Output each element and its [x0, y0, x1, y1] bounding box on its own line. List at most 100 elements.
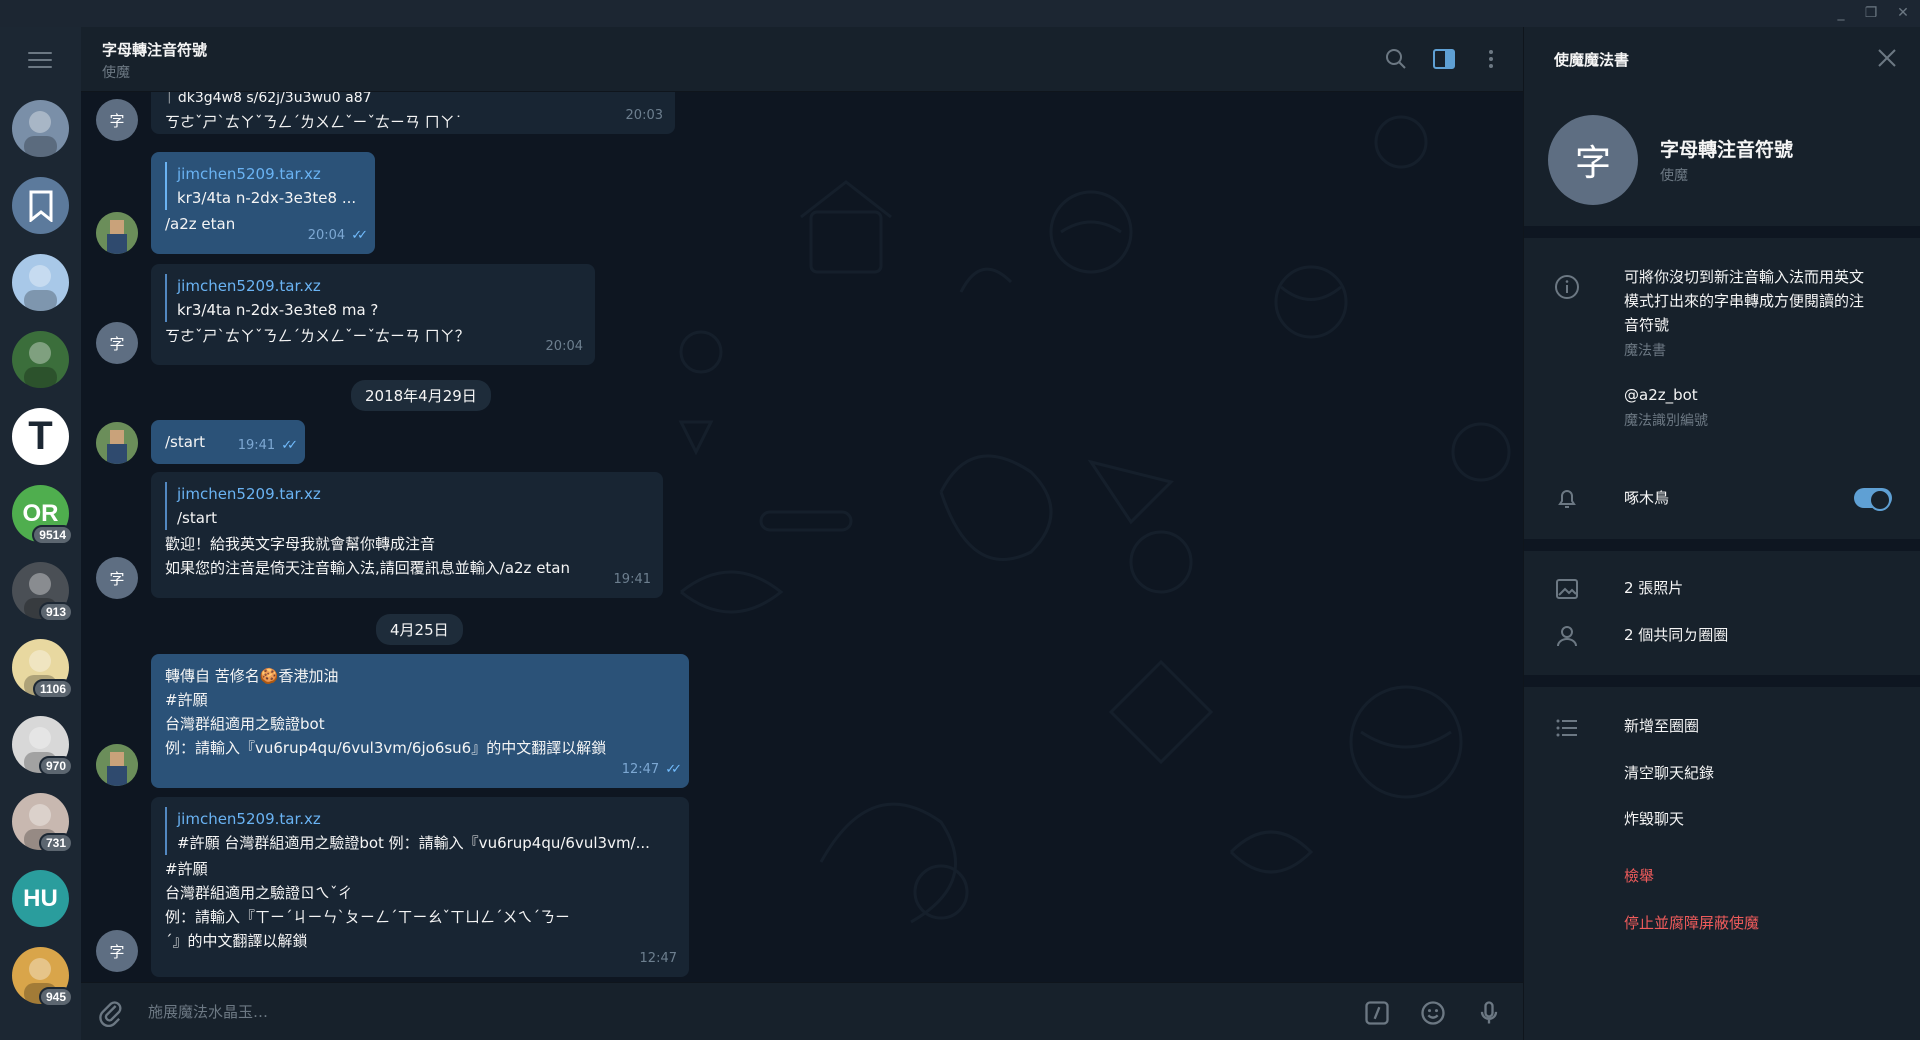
chat-list-item[interactable]: [12, 254, 69, 311]
bot-avatar[interactable]: 字: [96, 322, 138, 364]
report-button[interactable]: 檢舉: [1624, 864, 1654, 888]
delete-chat-button[interactable]: 炸毀聊天: [1624, 807, 1684, 831]
list-icon: [1556, 719, 1577, 737]
unread-count-badge: 913: [38, 602, 73, 622]
reply-quote-text: /start: [177, 509, 217, 527]
message-time: 19:41: [237, 438, 276, 453]
chat-list-item[interactable]: 913: [12, 562, 73, 622]
bot-avatar[interactable]: 字: [96, 930, 138, 972]
user-avatar[interactable]: [96, 212, 138, 254]
message-history[interactable]: 字 ᛁ dk3g4w8 s/62j/3u3wu0 a87 ㄎㄜˇㄕˋㄊㄚˇㄋㄥˊ…: [81, 92, 1523, 982]
chat-list-item[interactable]: 1106: [12, 639, 73, 699]
chat-list-item[interactable]: 945: [12, 947, 73, 1007]
chat-avatar: [12, 254, 69, 311]
reply-quote-text: #許願 台灣群組適用之驗證bot 例：請輸入『vu6rup4qu/6vul3vm…: [177, 834, 650, 852]
add-to-group-button[interactable]: 新增至圈圈: [1624, 714, 1699, 738]
chat-list-rail: T OR 9514 913 1106 970 731 HU 945: [0, 27, 81, 1040]
sidebar-toggle-icon[interactable]: [1432, 47, 1456, 71]
message-text: ㄎㄜˇㄕˋㄊㄚˇㄋㄥˊㄌㄨㄥˇㄧˇㄊㄧㄢ ㄇㄚ？: [165, 327, 470, 345]
message-text: 例：請輸入『vu6rup4qu/6vul3vm/6jo6su6』的中文翻譯以解鎖: [165, 739, 607, 757]
attach-icon[interactable]: [97, 999, 125, 1027]
username[interactable]: @a2z_bot: [1624, 383, 1698, 407]
chat-list-item[interactable]: 731: [12, 793, 73, 853]
message-bubble[interactable]: jimchen5209.tar.xz kr3/4ta n-2dx-3e3te8 …: [151, 264, 595, 365]
chat-list-item[interactable]: [12, 177, 69, 234]
more-vertical-icon[interactable]: [1479, 47, 1503, 71]
unread-count-badge: 9514: [32, 525, 73, 545]
user-avatar-image: [96, 212, 138, 254]
bot-avatar[interactable]: 字: [96, 557, 138, 599]
bell-icon: [1558, 490, 1576, 508]
user-avatar[interactable]: [96, 744, 138, 786]
reply-quote[interactable]: jimchen5209.tar.xz kr3/4ta n-2dx-3e3te8 …: [165, 162, 361, 210]
photo-icon: [1556, 579, 1578, 599]
notifications-toggle[interactable]: [1854, 488, 1892, 511]
restore-button[interactable]: ❐: [1860, 3, 1882, 23]
profile-avatar[interactable]: 字: [1548, 115, 1638, 205]
message-bubble-forwarded[interactable]: 轉傳自 苦修名🍪香港加油 #許願 台灣群組適用之驗證bot 例：請輸入『vu6r…: [151, 654, 689, 788]
message-partial-line: ᛁ dk3g4w8 s/62j/3u3wu0 a87: [165, 92, 372, 106]
bot-command-icon[interactable]: [1363, 999, 1391, 1027]
forwarded-from[interactable]: 轉傳自 苦修名🍪香港加油: [165, 664, 675, 688]
reply-quote[interactable]: jimchen5209.tar.xz /start: [165, 482, 649, 530]
chat-avatar: [12, 100, 69, 157]
message-time: 20:04: [307, 228, 346, 243]
message-bubble[interactable]: jimchen5209.tar.xz #許願 台灣群組適用之驗證bot 例：請輸…: [151, 797, 689, 977]
saved-messages-icon: [12, 177, 69, 234]
read-checkmarks-icon: ✓✓: [281, 438, 298, 453]
message-meta: 20:04 ✓✓: [307, 224, 368, 248]
emoji-icon[interactable]: [1419, 999, 1447, 1027]
chat-list-item[interactable]: OR 9514: [12, 485, 73, 545]
menu-icon[interactable]: [28, 52, 52, 68]
close-window-button[interactable]: ✕: [1892, 3, 1914, 23]
about-line: 可將你沒切到新注音輸入法而用英文: [1624, 268, 1865, 286]
message-meta: 20:04: [546, 335, 583, 359]
panel-title: 使魔魔法書: [1554, 51, 1630, 69]
chat-list-item[interactable]: 970: [12, 716, 73, 776]
message-composer: [81, 982, 1523, 1040]
chat-title[interactable]: 字母轉注音符號: [102, 39, 207, 60]
chat-list-item[interactable]: T: [12, 408, 69, 465]
about-text[interactable]: 可將你沒切到新注音輸入法而用英文 模式打出來的字串轉成方便閱讀的注 音符號: [1624, 265, 1864, 337]
bot-avatar[interactable]: 字: [96, 99, 138, 141]
reply-quote-text: kr3/4ta n-2dx-3e3te8 ...: [177, 189, 357, 207]
window-titlebar: _ ❐ ✕: [0, 0, 1920, 27]
chat-list-item[interactable]: [12, 331, 69, 388]
close-icon[interactable]: [1876, 47, 1898, 69]
chat-list-item[interactable]: HU: [12, 870, 69, 927]
message-input[interactable]: [148, 999, 1348, 1025]
unread-count-badge: 970: [38, 756, 73, 776]
read-checkmarks-icon: ✓✓: [665, 762, 682, 777]
minimize-button[interactable]: _: [1830, 3, 1852, 23]
reply-quote[interactable]: jimchen5209.tar.xz #許願 台灣群組適用之驗證bot 例：請輸…: [165, 807, 675, 855]
microphone-icon[interactable]: [1475, 999, 1503, 1027]
chat-subtitle: 使魔: [102, 65, 130, 81]
common-groups[interactable]: 2 個共同ㄉ圈圈: [1624, 623, 1728, 647]
hashtag[interactable]: #許願: [165, 857, 675, 881]
block-bot-button[interactable]: 停止並腐障屏蔽使魔: [1624, 911, 1759, 935]
info-icon: [1555, 275, 1579, 299]
message-meta: 12:47 ✓✓: [622, 758, 682, 782]
hashtag[interactable]: #許願: [165, 688, 675, 712]
message-meta: 12:47: [640, 947, 677, 971]
message-text: 例：請輸入『ㄒㄧˊㄐㄧㄣˋㄆㄧㄥˊㄒㄧㄠˇㄒㄩㄥˊㄨㄟˊㄋㄧ: [165, 908, 571, 926]
message-bubble-outgoing[interactable]: jimchen5209.tar.xz kr3/4ta n-2dx-3e3te8 …: [151, 152, 375, 254]
chat-list-item[interactable]: [12, 100, 69, 157]
shared-photos[interactable]: 2 張照片: [1624, 576, 1683, 600]
date-separator: 4月25日: [376, 614, 463, 645]
message-bubble[interactable]: ᛁ dk3g4w8 s/62j/3u3wu0 a87 ㄎㄜˇㄕˋㄊㄚˇㄋㄥˊㄌㄨ…: [151, 92, 675, 134]
message-time: 19:41: [613, 572, 651, 587]
message-bubble[interactable]: jimchen5209.tar.xz /start 歡迎！給我英文字母我就會幫你…: [151, 472, 663, 598]
search-icon[interactable]: [1384, 47, 1408, 71]
message-bubble-outgoing[interactable]: /start 19:41 ✓✓: [151, 420, 305, 464]
about-line: 音符號: [1624, 316, 1670, 334]
clear-history-button[interactable]: 清空聊天紀錄: [1624, 761, 1714, 785]
profile-panel: 使魔魔法書 字 字母轉注音符號 使魔 可將你沒切到新注音輸入法而用英文 模式打出…: [1523, 27, 1920, 1040]
reply-quote[interactable]: jimchen5209.tar.xz kr3/4ta n-2dx-3e3te8 …: [165, 274, 581, 322]
read-checkmarks-icon: ✓✓: [351, 228, 368, 243]
user-avatar[interactable]: [96, 422, 138, 464]
message-time: 20:03: [625, 108, 663, 123]
person-icon: [1557, 626, 1577, 647]
reply-quote-author: jimchen5209.tar.xz: [177, 165, 321, 183]
username-caption: 魔法識別編號: [1624, 413, 1708, 429]
